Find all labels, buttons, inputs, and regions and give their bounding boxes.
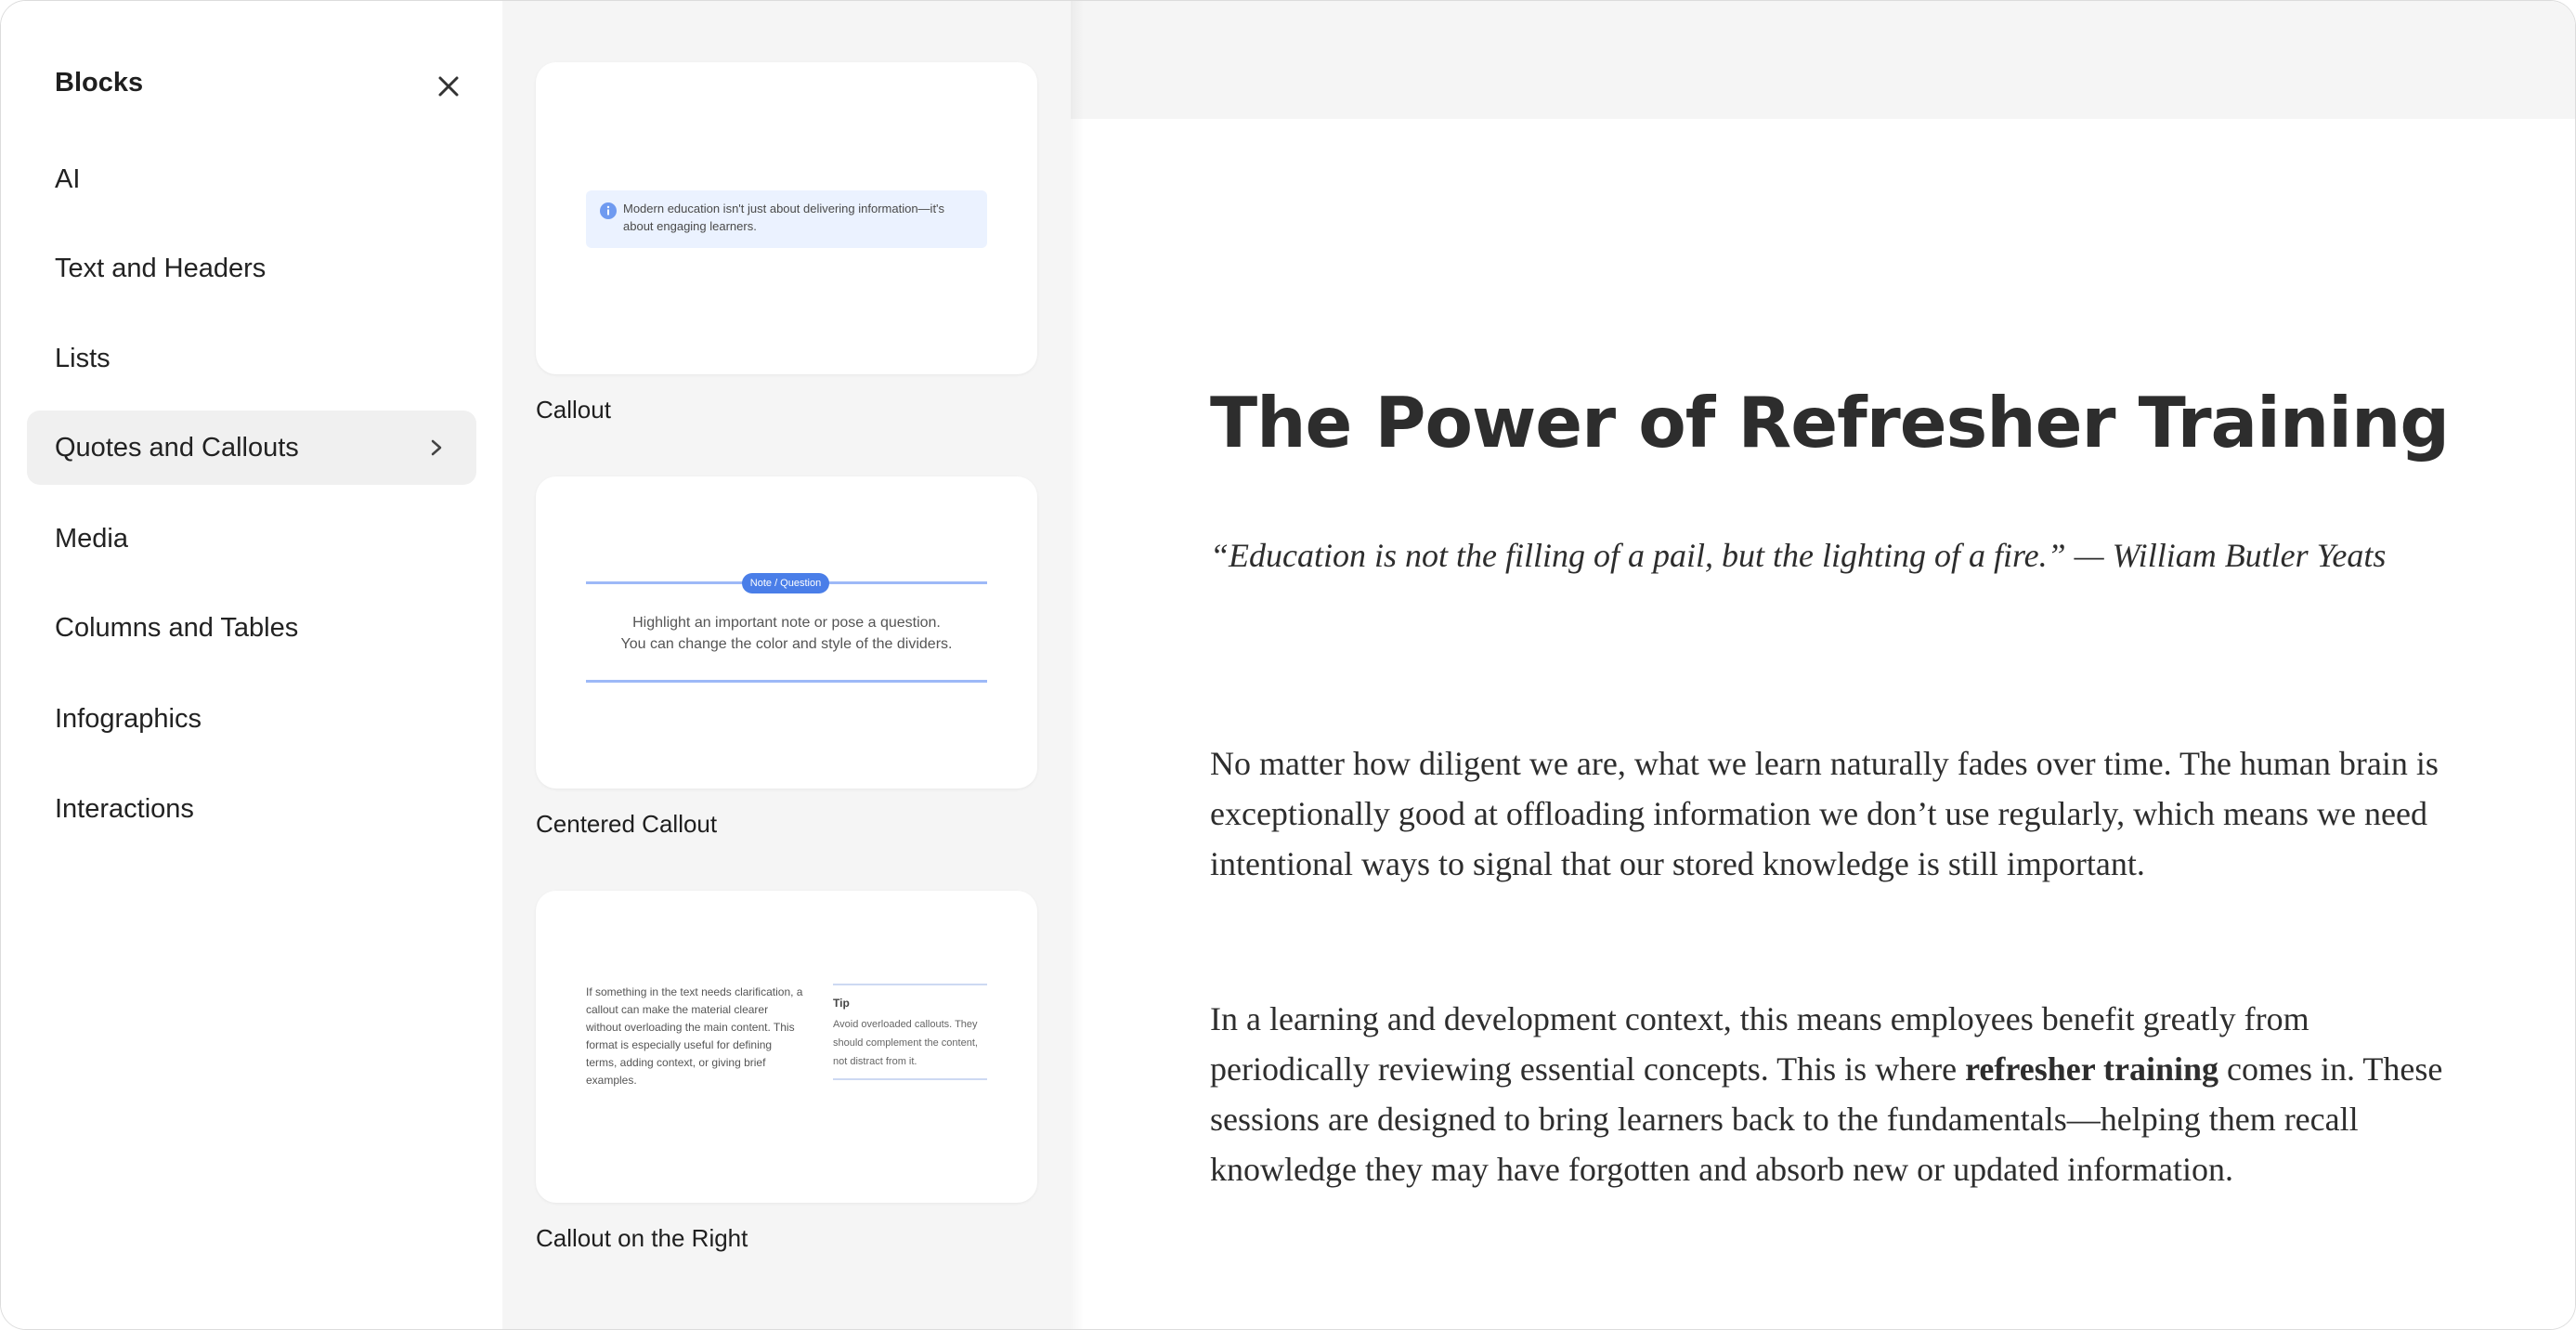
callout-right-main-text: If something in the text needs clarifica… (586, 985, 803, 1087)
panel-divider-shadow (1071, 1, 1084, 1329)
callout-preview-text: Modern education isn't just about delive… (623, 202, 945, 233)
sidebar-item-infographics[interactable]: Infographics (27, 682, 476, 756)
sidebar-title: Blocks (55, 68, 144, 98)
chevron-right-icon (431, 439, 442, 456)
app-frame: Blocks AI Text and Headers Lists Quotes … (0, 0, 2576, 1330)
sidebar-item-label: AI (55, 163, 81, 194)
article-top-bar (1071, 1, 2575, 119)
info-icon (600, 202, 617, 219)
sidebar-item-lists[interactable]: Lists (27, 321, 476, 396)
tip-text: Avoid overloaded callouts. They should c… (833, 1019, 978, 1067)
centered-callout-line-1: Highlight an important note or pose a qu… (632, 615, 941, 631)
sidebar-item-label: Quotes and Callouts (55, 432, 299, 463)
blocks-sidebar: Blocks AI Text and Headers Lists Quotes … (1, 1, 502, 1329)
sidebar-item-label: Lists (55, 343, 111, 373)
close-icon[interactable] (432, 70, 465, 103)
callout-preview: Modern education isn't just about delive… (586, 190, 987, 248)
block-card-callout[interactable]: Modern education isn't just about delive… (536, 62, 1037, 374)
sidebar-item-quotes-and-callouts[interactable]: Quotes and Callouts (27, 411, 476, 485)
article-canvas: The Power of Refresher Training “Educati… (1071, 1, 2575, 1329)
sidebar-item-label: Columns and Tables (55, 612, 299, 643)
tip-rule-bottom (833, 1078, 987, 1080)
block-card-centered-callout[interactable]: Note / Question Highlight an important n… (536, 476, 1037, 789)
sidebar-item-columns-and-tables[interactable]: Columns and Tables (27, 591, 476, 665)
sidebar-item-label: Media (55, 523, 128, 554)
sidebar-item-ai[interactable]: AI (27, 142, 476, 216)
centered-callout-preview-text: Highlight an important note or pose a qu… (586, 612, 987, 655)
block-card-callout-on-right[interactable]: If something in the text needs clarifica… (536, 891, 1037, 1203)
sidebar-item-text-and-headers[interactable]: Text and Headers (27, 231, 476, 306)
note-question-tag: Note / Question (742, 573, 829, 593)
tip-rule-top (833, 984, 987, 985)
tip-title: Tip (833, 997, 850, 1010)
article-quote[interactable]: “Education is not the filling of a pail,… (1210, 536, 2386, 575)
paragraph-2-bold-term: refresher training (1965, 1050, 2219, 1088)
block-templates-panel: Modern education isn't just about delive… (502, 1, 1403, 1329)
sidebar-item-label: Text and Headers (55, 253, 267, 283)
divider-bottom (586, 680, 987, 683)
sidebar-item-label: Interactions (55, 793, 194, 824)
sidebar-item-label: Infographics (55, 703, 202, 734)
block-label-callout: Callout (536, 396, 611, 424)
article-paragraph-2[interactable]: In a learning and development context, t… (1210, 994, 2454, 1194)
block-label-centered-callout: Centered Callout (536, 810, 718, 838)
article-paragraph-1[interactable]: No matter how diligent we are, what we l… (1210, 738, 2454, 889)
block-label-callout-on-right: Callout on the Right (536, 1224, 748, 1252)
article-title[interactable]: The Power of Refresher Training (1210, 382, 2450, 463)
sidebar-item-interactions[interactable]: Interactions (27, 772, 476, 846)
centered-callout-line-2: You can change the color and style of th… (620, 636, 953, 652)
sidebar-item-media[interactable]: Media (27, 502, 476, 576)
